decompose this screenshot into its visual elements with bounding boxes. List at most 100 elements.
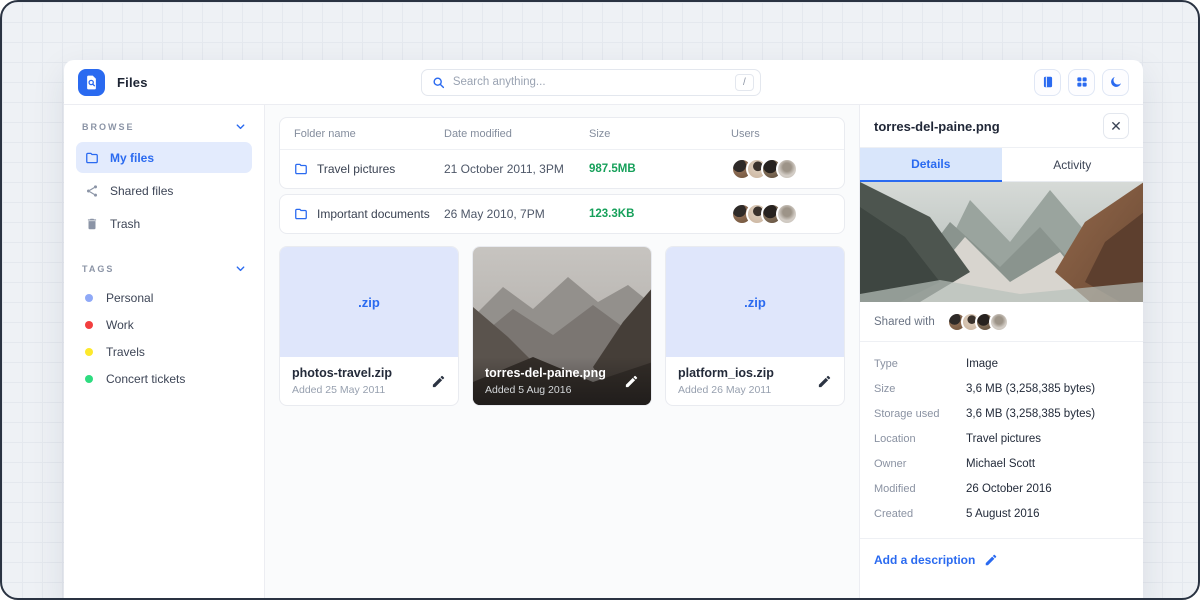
image-preview — [860, 182, 1143, 302]
tab-activity[interactable]: Activity — [1002, 148, 1144, 182]
add-description-button[interactable]: Add a description — [860, 539, 1143, 581]
sidebar-item-shared-files[interactable]: Shared files — [76, 175, 252, 206]
tag-item-personal[interactable]: Personal — [76, 284, 252, 311]
files-window: Files / — [64, 60, 1143, 600]
detail-value: Image — [966, 358, 1129, 370]
tag-item-travels[interactable]: Travels — [76, 338, 252, 365]
edit-icon[interactable] — [817, 374, 832, 389]
detail-label: Owner — [874, 458, 966, 470]
chevron-down-icon[interactable] — [235, 263, 246, 274]
column-header: Users — [731, 128, 836, 140]
detail-value: Michael Scott — [966, 458, 1129, 470]
file-name: torres-del-paine.png — [485, 366, 606, 380]
folder-icon — [294, 207, 308, 221]
detail-label: Modified — [874, 483, 966, 495]
sidebar: BROWSE My files Shared files — [64, 105, 265, 600]
date-modified: 26 May 2010, 7PM — [444, 207, 589, 221]
table-header-row: Folder name Date modified Size Users — [280, 118, 844, 150]
panel-tabs: Details Activity — [860, 147, 1143, 182]
tag-color-dot — [85, 321, 93, 329]
sidebar-item-label: Trash — [110, 217, 140, 231]
file-card-platform-ios[interactable]: .zip platform_ios.zip Added 26 May 2011 — [665, 246, 845, 406]
tag-color-dot — [85, 348, 93, 356]
file-name: photos-travel.zip — [292, 366, 392, 380]
tag-color-dot — [85, 294, 93, 302]
sidebar-item-label: My files — [110, 151, 154, 165]
detail-label: Created — [874, 508, 966, 520]
tab-details[interactable]: Details — [860, 148, 1002, 182]
tag-label: Personal — [106, 291, 153, 305]
folders-table-continued: Important documents 26 May 2010, 7PM 123… — [279, 194, 845, 234]
column-header: Date modified — [444, 128, 589, 140]
folder-icon — [294, 162, 308, 176]
detail-row-size: Size 3,6 MB (3,258,385 bytes) — [874, 376, 1129, 401]
folder-size: 123.3KB — [589, 208, 731, 220]
tag-label: Work — [106, 318, 134, 332]
sidebar-item-my-files[interactable]: My files — [76, 142, 252, 173]
tag-label: Travels — [106, 345, 145, 359]
edit-icon[interactable] — [624, 374, 639, 389]
detail-value: 5 August 2016 — [966, 508, 1129, 520]
detail-row-owner: Owner Michael Scott — [874, 451, 1129, 476]
details-panel: torres-del-paine.png ✕ Details Activity — [859, 105, 1143, 600]
dark-mode-toggle[interactable] — [1102, 69, 1129, 96]
tags-section-label: TAGS — [82, 264, 114, 274]
detail-row-created: Created 5 August 2016 — [874, 501, 1129, 526]
topbar: Files / — [64, 60, 1143, 105]
app-frame: Files / — [0, 0, 1200, 600]
page-title: Files — [117, 75, 148, 90]
detail-label: Size — [874, 383, 966, 395]
app-logo-icon — [78, 69, 105, 96]
close-icon[interactable]: ✕ — [1103, 113, 1129, 139]
search-shortcut-key: / — [735, 74, 754, 91]
trash-icon — [85, 217, 99, 231]
column-header: Size — [589, 128, 731, 140]
detail-row-type: Type Image — [874, 351, 1129, 376]
detail-row-modified: Modified 26 October 2016 — [874, 476, 1129, 501]
main-content: Folder name Date modified Size Users Tra… — [265, 105, 859, 600]
detail-value: Travel pictures — [966, 433, 1129, 445]
edit-icon[interactable] — [431, 374, 446, 389]
detail-value: 3,6 MB (3,258,385 bytes) — [966, 408, 1129, 420]
sidebar-item-trash[interactable]: Trash — [76, 208, 252, 239]
edit-icon — [984, 553, 998, 567]
grid-view-button[interactable] — [1068, 69, 1095, 96]
browse-section-header[interactable]: BROWSE — [76, 121, 252, 132]
file-card-photos-travel[interactable]: .zip photos-travel.zip Added 25 May 2011 — [279, 246, 459, 406]
folder-size: 987.5MB — [589, 163, 731, 175]
notebook-button[interactable] — [1034, 69, 1061, 96]
file-added-date: Added 26 May 2011 — [678, 384, 774, 396]
avatar — [776, 158, 798, 180]
detail-value: 26 October 2016 — [966, 483, 1129, 495]
detail-row-storage-used: Storage used 3,6 MB (3,258,385 bytes) — [874, 401, 1129, 426]
user-avatars — [731, 158, 836, 180]
detail-label: Location — [874, 433, 966, 445]
table-row[interactable]: Important documents 26 May 2010, 7PM 123… — [280, 195, 844, 233]
search-input[interactable] — [453, 76, 735, 88]
topbar-actions — [1034, 69, 1129, 96]
tags-section-header[interactable]: TAGS — [76, 263, 252, 274]
folder-icon — [85, 151, 99, 165]
tag-item-work[interactable]: Work — [76, 311, 252, 338]
share-icon — [85, 184, 99, 198]
search-icon — [432, 76, 445, 89]
tag-color-dot — [85, 375, 93, 383]
folder-name: Travel pictures — [317, 162, 395, 176]
shared-with-row: Shared with — [860, 302, 1143, 342]
avatar — [989, 312, 1009, 332]
tag-item-concert-tickets[interactable]: Concert tickets — [76, 365, 252, 392]
detail-label: Storage used — [874, 408, 966, 420]
add-description-label: Add a description — [874, 553, 975, 567]
avatar — [776, 203, 798, 225]
table-row[interactable]: Travel pictures 21 October 2011, 3PM 987… — [280, 150, 844, 188]
file-card-torres-del-paine[interactable]: torres-del-paine.png Added 5 Aug 2016 — [472, 246, 652, 406]
chevron-down-icon[interactable] — [235, 121, 246, 132]
detail-value: 3,6 MB (3,258,385 bytes) — [966, 383, 1129, 395]
detail-label: Type — [874, 358, 966, 370]
browse-section-label: BROWSE — [82, 122, 135, 132]
zip-badge: .zip — [666, 247, 844, 357]
shared-avatars — [947, 312, 1009, 332]
panel-file-title: torres-del-paine.png — [874, 119, 1000, 134]
search-bar[interactable]: / — [421, 69, 761, 96]
window-body: BROWSE My files Shared files — [64, 105, 1143, 600]
